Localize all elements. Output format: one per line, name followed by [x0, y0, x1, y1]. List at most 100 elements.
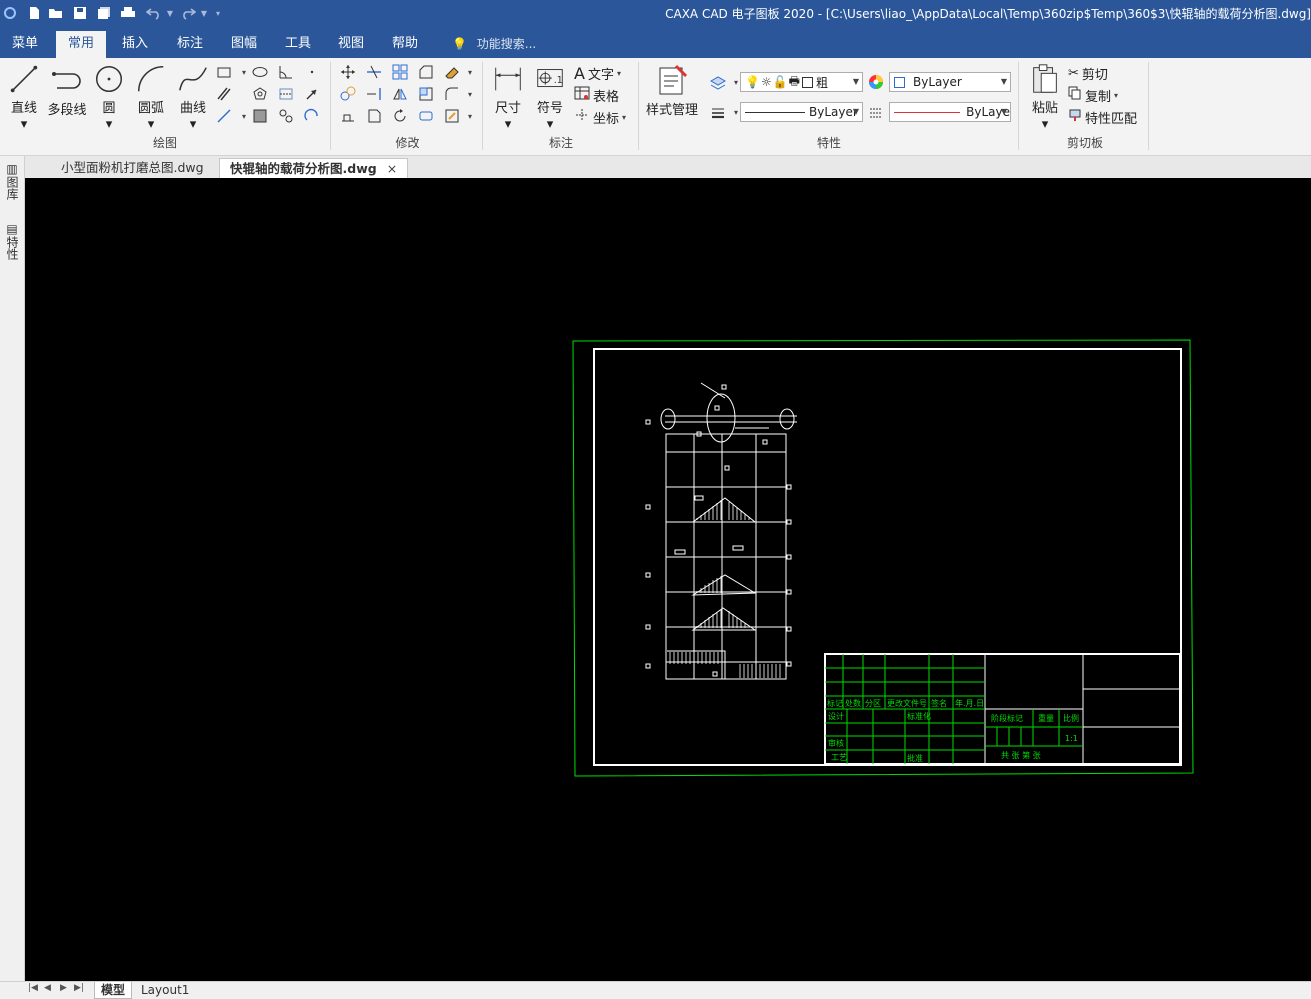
next-layout-icon[interactable]: ▶ [60, 983, 67, 993]
tab-view[interactable]: 视图 [326, 31, 376, 58]
layer-state-combo[interactable]: 💡 ☼ 🔓 🖶 粗 ▼ [740, 72, 863, 92]
app-logo-icon[interactable] [0, 3, 20, 23]
linetype-combo[interactable]: ByLayer ▼ [740, 102, 863, 122]
tab-help[interactable]: 帮助 [380, 31, 430, 58]
mirror-icon[interactable] [390, 84, 410, 104]
dimension-button[interactable]: 尺寸 ▾ [490, 62, 526, 132]
tb-approve-label: 批准 [907, 753, 923, 763]
fillet-dropdown-icon[interactable]: ▾ [460, 84, 480, 104]
doc-tab-roller-shaft[interactable]: 快辊轴的载荷分析图.dwg × [219, 158, 409, 178]
polyline-button[interactable]: 多段线 [46, 62, 88, 132]
ribbon-tab-bar: 菜单 常用 插入 标注 图幅 工具 视图 帮助 💡 功能搜索... [0, 28, 1311, 58]
linetype-scale-icon[interactable] [866, 102, 886, 122]
tb-design-label: 设计 [828, 711, 844, 721]
layer-freeze-icon: ☼ [760, 75, 772, 89]
tb-standard-label: 标准化 [907, 711, 931, 721]
lineweight-icon[interactable] [708, 102, 728, 122]
copy-icon [1068, 86, 1082, 104]
extend-icon[interactable] [364, 84, 384, 104]
tb-process-label: 工艺 [831, 753, 847, 762]
hatch-icon[interactable] [250, 106, 270, 126]
copy-entity-icon[interactable] [338, 84, 358, 104]
color-wheel-icon[interactable] [866, 72, 886, 92]
doc-tab-flour-mill[interactable]: 小型面粉机打磨总图.dwg [51, 158, 214, 178]
prev-layout-icon[interactable]: ◀ [44, 983, 51, 993]
tab-annotate[interactable]: 标注 [165, 31, 215, 58]
layer-manager-icon[interactable] [708, 72, 728, 92]
offset-line-icon[interactable] [214, 106, 234, 126]
arrow-icon[interactable] [302, 84, 322, 104]
customize-quick-access-icon[interactable]: ▾ [208, 3, 228, 23]
text-button[interactable]: A 文字 ▾ [574, 63, 621, 83]
circle-button[interactable]: 圆 ▾ [92, 62, 126, 132]
color-swatch-icon [894, 76, 905, 88]
new-file-icon[interactable] [24, 3, 44, 23]
polyline-icon [52, 72, 81, 89]
line-color-combo[interactable]: ByLaye ▼ [889, 102, 1011, 122]
spline-icon[interactable] [276, 106, 296, 126]
explode-icon[interactable] [416, 106, 436, 126]
open-folder-icon[interactable] [46, 3, 66, 23]
rectangle-icon[interactable] [214, 62, 234, 82]
eraser-dropdown-icon[interactable]: ▾ [460, 62, 480, 82]
tab-tools[interactable]: 工具 [273, 31, 323, 58]
tb-zone-label: 分区 [865, 699, 881, 708]
coordinate-button[interactable]: 坐标 ▾ [574, 107, 626, 127]
cut-button[interactable]: ✂ 剪切 [1068, 63, 1108, 83]
layout-tab-layout1[interactable]: Layout1 [135, 982, 195, 999]
print-icon[interactable] [118, 3, 138, 23]
drawing-canvas[interactable]: 标记 处数 分区 更改文件号 签名 年.月.日 设计 标准化 审核 工艺 批准 … [25, 178, 1311, 981]
layout-tab-model[interactable]: 模型 [94, 982, 133, 999]
table-button[interactable]: 表格 [574, 85, 619, 105]
stretch-icon[interactable] [338, 106, 358, 126]
sidebar-tab-library[interactable]: ▥图库 [3, 162, 21, 200]
save-all-icon[interactable] [94, 3, 114, 23]
parallel-line-icon[interactable] [214, 84, 234, 104]
color-combo[interactable]: ByLayer ▼ [889, 72, 1011, 92]
break-icon[interactable] [364, 106, 384, 126]
centerline-icon[interactable] [276, 84, 296, 104]
block-icon[interactable] [302, 106, 322, 126]
last-layout-icon[interactable]: ▶| [74, 983, 84, 993]
copy-button[interactable]: 复制 ▾ [1068, 85, 1118, 105]
tab-menu[interactable]: 菜单 [0, 31, 50, 58]
rotate-icon[interactable] [390, 106, 410, 126]
curve-button[interactable]: 曲线 ▾ [175, 62, 211, 132]
edit-properties-icon[interactable] [442, 106, 462, 126]
tab-common[interactable]: 常用 [56, 31, 107, 58]
edit-dropdown-icon[interactable]: ▾ [460, 106, 480, 126]
table-icon [574, 86, 590, 104]
angle-line-icon[interactable] [276, 62, 296, 82]
save-icon[interactable] [70, 3, 90, 23]
tb-review-label: 审核 [828, 738, 844, 748]
move-icon[interactable] [338, 62, 358, 82]
style-manager-button[interactable]: 样式管理 [644, 62, 700, 132]
line-button[interactable]: 直线 ▾ [6, 62, 42, 132]
line-icon [10, 65, 38, 93]
chamfer-icon[interactable] [416, 62, 436, 82]
tab-sheet[interactable]: 图幅 [219, 31, 269, 58]
line-color-preview [894, 111, 961, 113]
eraser-icon[interactable] [442, 62, 462, 82]
polygon-icon[interactable] [250, 84, 270, 104]
tb-signature-label: 签名 [931, 698, 947, 708]
undo-dropdown-icon[interactable]: ▼ [160, 3, 180, 23]
style-manager-icon [659, 64, 688, 95]
first-layout-icon[interactable]: |◀ [28, 983, 38, 993]
close-icon[interactable]: × [387, 161, 397, 176]
scale-icon[interactable] [416, 84, 436, 104]
match-properties-button[interactable]: 特性匹配 [1068, 107, 1137, 127]
array-icon[interactable] [390, 62, 410, 82]
trim-icon[interactable] [364, 62, 384, 82]
symbol-button[interactable]: .1 符号 ▾ [532, 62, 568, 132]
sidebar-tab-properties[interactable]: ▤特性 [3, 222, 21, 260]
tab-insert[interactable]: 插入 [110, 31, 160, 58]
point-icon[interactable] [302, 62, 322, 82]
ellipse-icon[interactable] [250, 62, 270, 82]
paste-button[interactable]: 粘贴 ▾ [1026, 62, 1064, 132]
function-search[interactable]: 💡 功能搜索... [452, 31, 536, 58]
layer-color-icon [802, 76, 813, 88]
fillet-icon[interactable] [442, 84, 462, 104]
tb-stage-label: 阶段标记 [991, 713, 1023, 723]
arc-button[interactable]: 圆弧 ▾ [133, 62, 169, 132]
